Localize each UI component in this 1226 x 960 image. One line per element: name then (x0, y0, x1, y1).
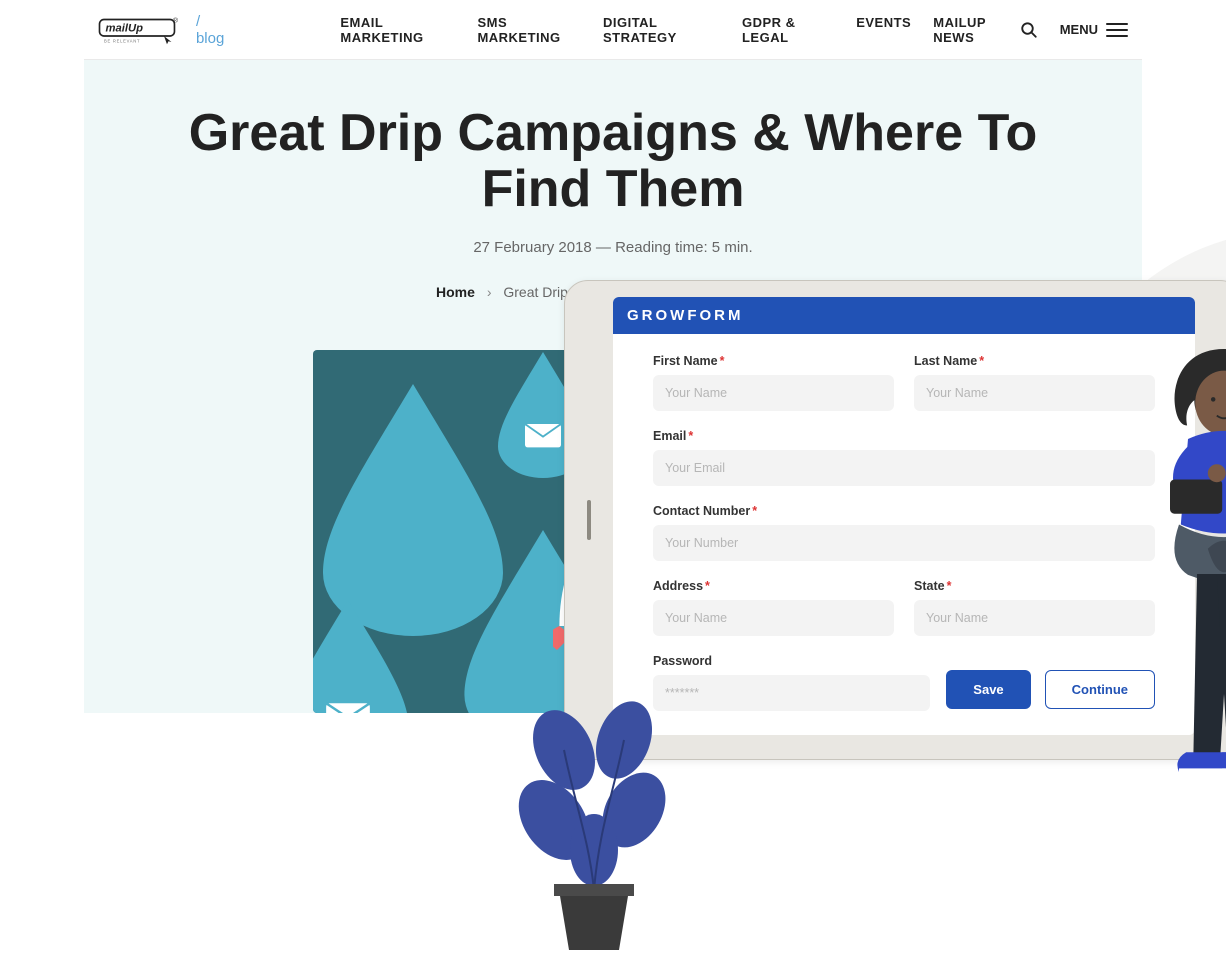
page-title: Great Drip Campaigns & Where To Find The… (163, 105, 1063, 217)
hamburger-icon (1106, 23, 1128, 37)
last-name-label: Last Name* (914, 354, 1155, 368)
state-input[interactable] (914, 600, 1155, 636)
nav-gdpr-legal[interactable]: GDPR & LEGAL (742, 15, 834, 45)
email-label: Email* (653, 429, 1155, 443)
nav-mailup-news[interactable]: MAILUP NEWS (933, 15, 1019, 45)
growform-body: First Name* Last Name* Email* (613, 334, 1195, 735)
mailup-logo: mailUp ® BE RELEVANT (98, 14, 188, 46)
tablet-frame: GROWFORM First Name* Last Name* (564, 280, 1226, 760)
password-input[interactable] (653, 675, 930, 711)
nav-digital-strategy[interactable]: DIGITAL STRATEGY (603, 15, 720, 45)
menu-label: MENU (1060, 22, 1098, 37)
nav-sms-marketing[interactable]: SMS MARKETING (477, 15, 581, 45)
state-label: State* (914, 579, 1155, 593)
email-input[interactable] (653, 450, 1155, 486)
continue-button[interactable]: Continue (1045, 670, 1155, 709)
menu-toggle[interactable]: MENU (1060, 22, 1128, 37)
address-input[interactable] (653, 600, 894, 636)
logo-subtitle[interactable]: / blog (196, 13, 230, 47)
site-header: mailUp ® BE RELEVANT / blog EMAIL MARKET… (84, 0, 1142, 60)
growform-brand-bar: GROWFORM (613, 297, 1195, 334)
nav-email-marketing[interactable]: EMAIL MARKETING (340, 15, 455, 45)
logo-block[interactable]: mailUp ® BE RELEVANT / blog (98, 13, 230, 47)
svg-text:BE RELEVANT: BE RELEVANT (104, 38, 140, 43)
post-meta: 27 February 2018 — Reading time: 5 min. (84, 239, 1142, 256)
primary-nav: EMAIL MARKETING SMS MARKETING DIGITAL ST… (340, 15, 1019, 45)
tablet-camera (587, 500, 591, 540)
first-name-input[interactable] (653, 375, 894, 411)
svg-text:mailUp: mailUp (105, 22, 143, 34)
contact-label: Contact Number* (653, 504, 1155, 518)
svg-text:®: ® (173, 16, 178, 24)
address-label: Address* (653, 579, 894, 593)
last-name-input[interactable] (914, 375, 1155, 411)
post-reading-time: Reading time: 5 min. (615, 239, 753, 256)
breadcrumb-sep: › (487, 284, 492, 300)
save-button[interactable]: Save (946, 670, 1030, 709)
contact-input[interactable] (653, 525, 1155, 561)
password-label: Password (653, 654, 930, 668)
breadcrumb-home[interactable]: Home (436, 284, 475, 300)
nav-events[interactable]: EVENTS (856, 15, 911, 45)
post-date: 27 February 2018 (473, 239, 591, 256)
first-name-label: First Name* (653, 354, 894, 368)
search-icon[interactable] (1020, 21, 1038, 39)
